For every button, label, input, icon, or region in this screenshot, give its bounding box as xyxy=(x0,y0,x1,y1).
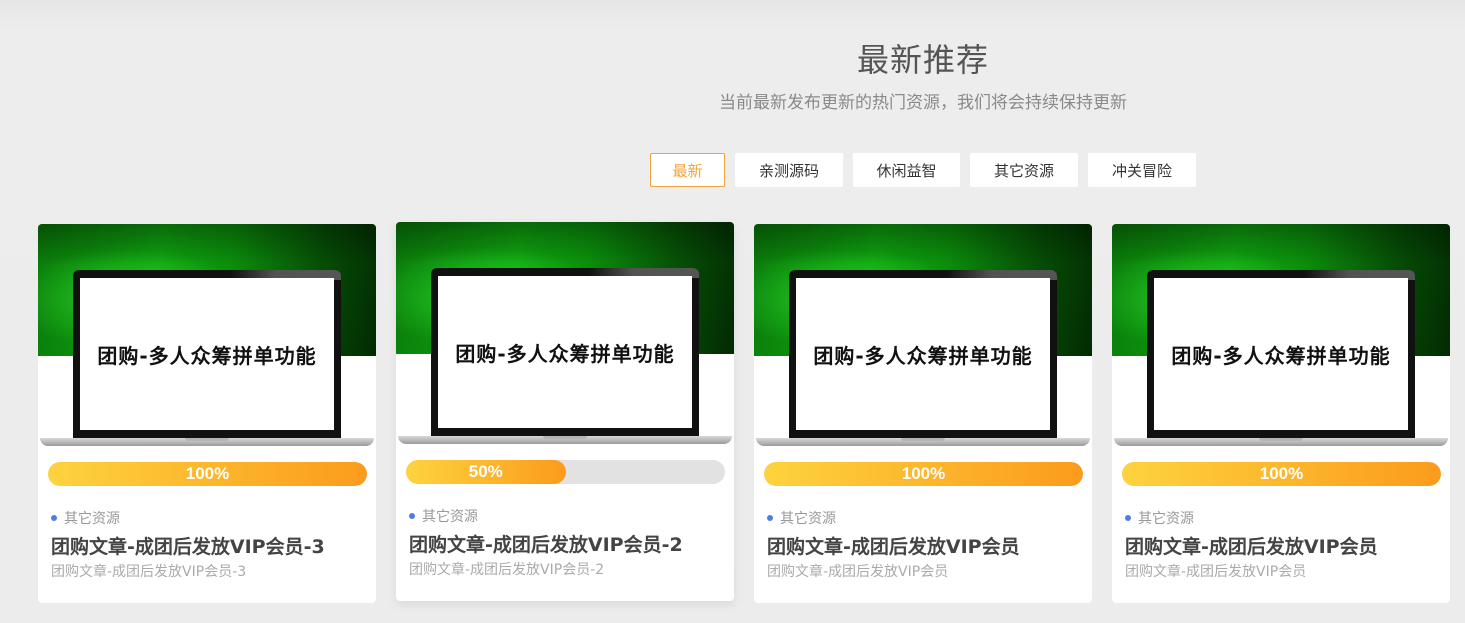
card-description: 团购文章-成团后发放VIP会员-2 xyxy=(409,562,605,578)
card-thumbnail[interactable]: 团购-多人众筹拼单功能 xyxy=(1112,224,1450,448)
group-buy-progress-bar: 100% xyxy=(1122,462,1441,486)
card-category: 其它资源 xyxy=(64,511,120,527)
card-category: 其它资源 xyxy=(780,511,836,527)
card-category: 其它资源 xyxy=(1138,511,1194,527)
resource-card[interactable]: 团购-多人众筹拼单功能 100% 其它资源 团购文章-成团后发放VIP会员 团购… xyxy=(754,224,1092,603)
latest-recommend-section: 最新推荐 当前最新发布更新的热门资源，我们将会持续保持更新 最新 亲测源码 休闲… xyxy=(0,0,1465,623)
thumbnail-text: 团购-多人众筹拼单功能 xyxy=(1171,343,1391,368)
card-category-link[interactable]: 其它资源 xyxy=(1125,508,1194,528)
resource-card[interactable]: 团购-多人众筹拼单功能 100% 其它资源 团购文章-成团后发放VIP会员 团购… xyxy=(1112,224,1450,603)
category-dot-icon xyxy=(409,513,415,519)
card-title-link[interactable]: 团购文章-成团后发放VIP会员 xyxy=(1125,532,1378,559)
tab-tested-source[interactable]: 亲测源码 xyxy=(735,153,843,187)
card-thumbnail[interactable]: 团购-多人众筹拼单功能 xyxy=(396,222,734,446)
laptop-base xyxy=(40,438,374,446)
category-dot-icon xyxy=(51,515,57,521)
card-category-link[interactable]: 其它资源 xyxy=(51,508,120,528)
category-dot-icon xyxy=(767,515,773,521)
progress-fill: 100% xyxy=(1122,462,1441,486)
group-buy-progress-bar: 100% xyxy=(48,462,367,486)
progress-fill: 100% xyxy=(764,462,1083,486)
tab-other-resources[interactable]: 其它资源 xyxy=(970,153,1078,187)
progress-label: 100% xyxy=(901,464,946,483)
section-title: 最新推荐 xyxy=(856,41,989,79)
laptop-graphic: 团购-多人众筹拼单功能 xyxy=(431,268,699,436)
laptop-graphic: 团购-多人众筹拼单功能 xyxy=(73,270,341,438)
card-title-link[interactable]: 团购文章-成团后发放VIP会员 xyxy=(767,532,1020,559)
laptop-base xyxy=(756,438,1090,446)
tab-latest[interactable]: 最新 xyxy=(650,153,725,187)
section-subtitle: 当前最新发布更新的热门资源，我们将会持续保持更新 xyxy=(719,93,1127,113)
card-description: 团购文章-成团后发放VIP会员 xyxy=(767,564,949,580)
thumbnail-text: 团购-多人众筹拼单功能 xyxy=(813,343,1033,368)
laptop-graphic: 团购-多人众筹拼单功能 xyxy=(789,270,1057,438)
card-thumbnail[interactable]: 团购-多人众筹拼单功能 xyxy=(38,224,376,448)
resource-card-list: 团购-多人众筹拼单功能 100% 其它资源 团购文章-成团后发放VIP会员-3 … xyxy=(38,222,1450,603)
progress-label: 50% xyxy=(468,462,503,481)
group-buy-progress-bar: 50% xyxy=(406,460,725,484)
card-description: 团购文章-成团后发放VIP会员-3 xyxy=(51,564,247,580)
progress-fill: 100% xyxy=(48,462,367,486)
card-category-link[interactable]: 其它资源 xyxy=(409,506,478,526)
progress-label: 100% xyxy=(1259,464,1304,483)
laptop-base xyxy=(1114,438,1448,446)
category-tabs: 最新 亲测源码 休闲益智 其它资源 冲关冒险 xyxy=(650,153,1196,187)
card-title-link[interactable]: 团购文章-成团后发放VIP会员-3 xyxy=(51,532,325,559)
progress-fill: 50% xyxy=(406,460,566,484)
card-thumbnail[interactable]: 团购-多人众筹拼单功能 xyxy=(754,224,1092,448)
laptop-base xyxy=(398,436,732,444)
tab-casual-puzzle[interactable]: 休闲益智 xyxy=(853,153,960,187)
tab-adventure[interactable]: 冲关冒险 xyxy=(1088,153,1196,187)
card-category-link[interactable]: 其它资源 xyxy=(767,508,836,528)
card-title-link[interactable]: 团购文章-成团后发放VIP会员-2 xyxy=(409,530,683,557)
category-dot-icon xyxy=(1125,515,1131,521)
thumbnail-text: 团购-多人众筹拼单功能 xyxy=(97,343,317,368)
group-buy-progress-bar: 100% xyxy=(764,462,1083,486)
resource-card[interactable]: 团购-多人众筹拼单功能 50% 其它资源 团购文章-成团后发放VIP会员-2 团… xyxy=(396,222,734,601)
resource-card[interactable]: 团购-多人众筹拼单功能 100% 其它资源 团购文章-成团后发放VIP会员-3 … xyxy=(38,224,376,603)
laptop-graphic: 团购-多人众筹拼单功能 xyxy=(1147,270,1415,438)
thumbnail-text: 团购-多人众筹拼单功能 xyxy=(455,341,675,366)
progress-label: 100% xyxy=(185,464,230,483)
card-category: 其它资源 xyxy=(422,509,478,525)
card-description: 团购文章-成团后发放VIP会员 xyxy=(1125,564,1307,580)
